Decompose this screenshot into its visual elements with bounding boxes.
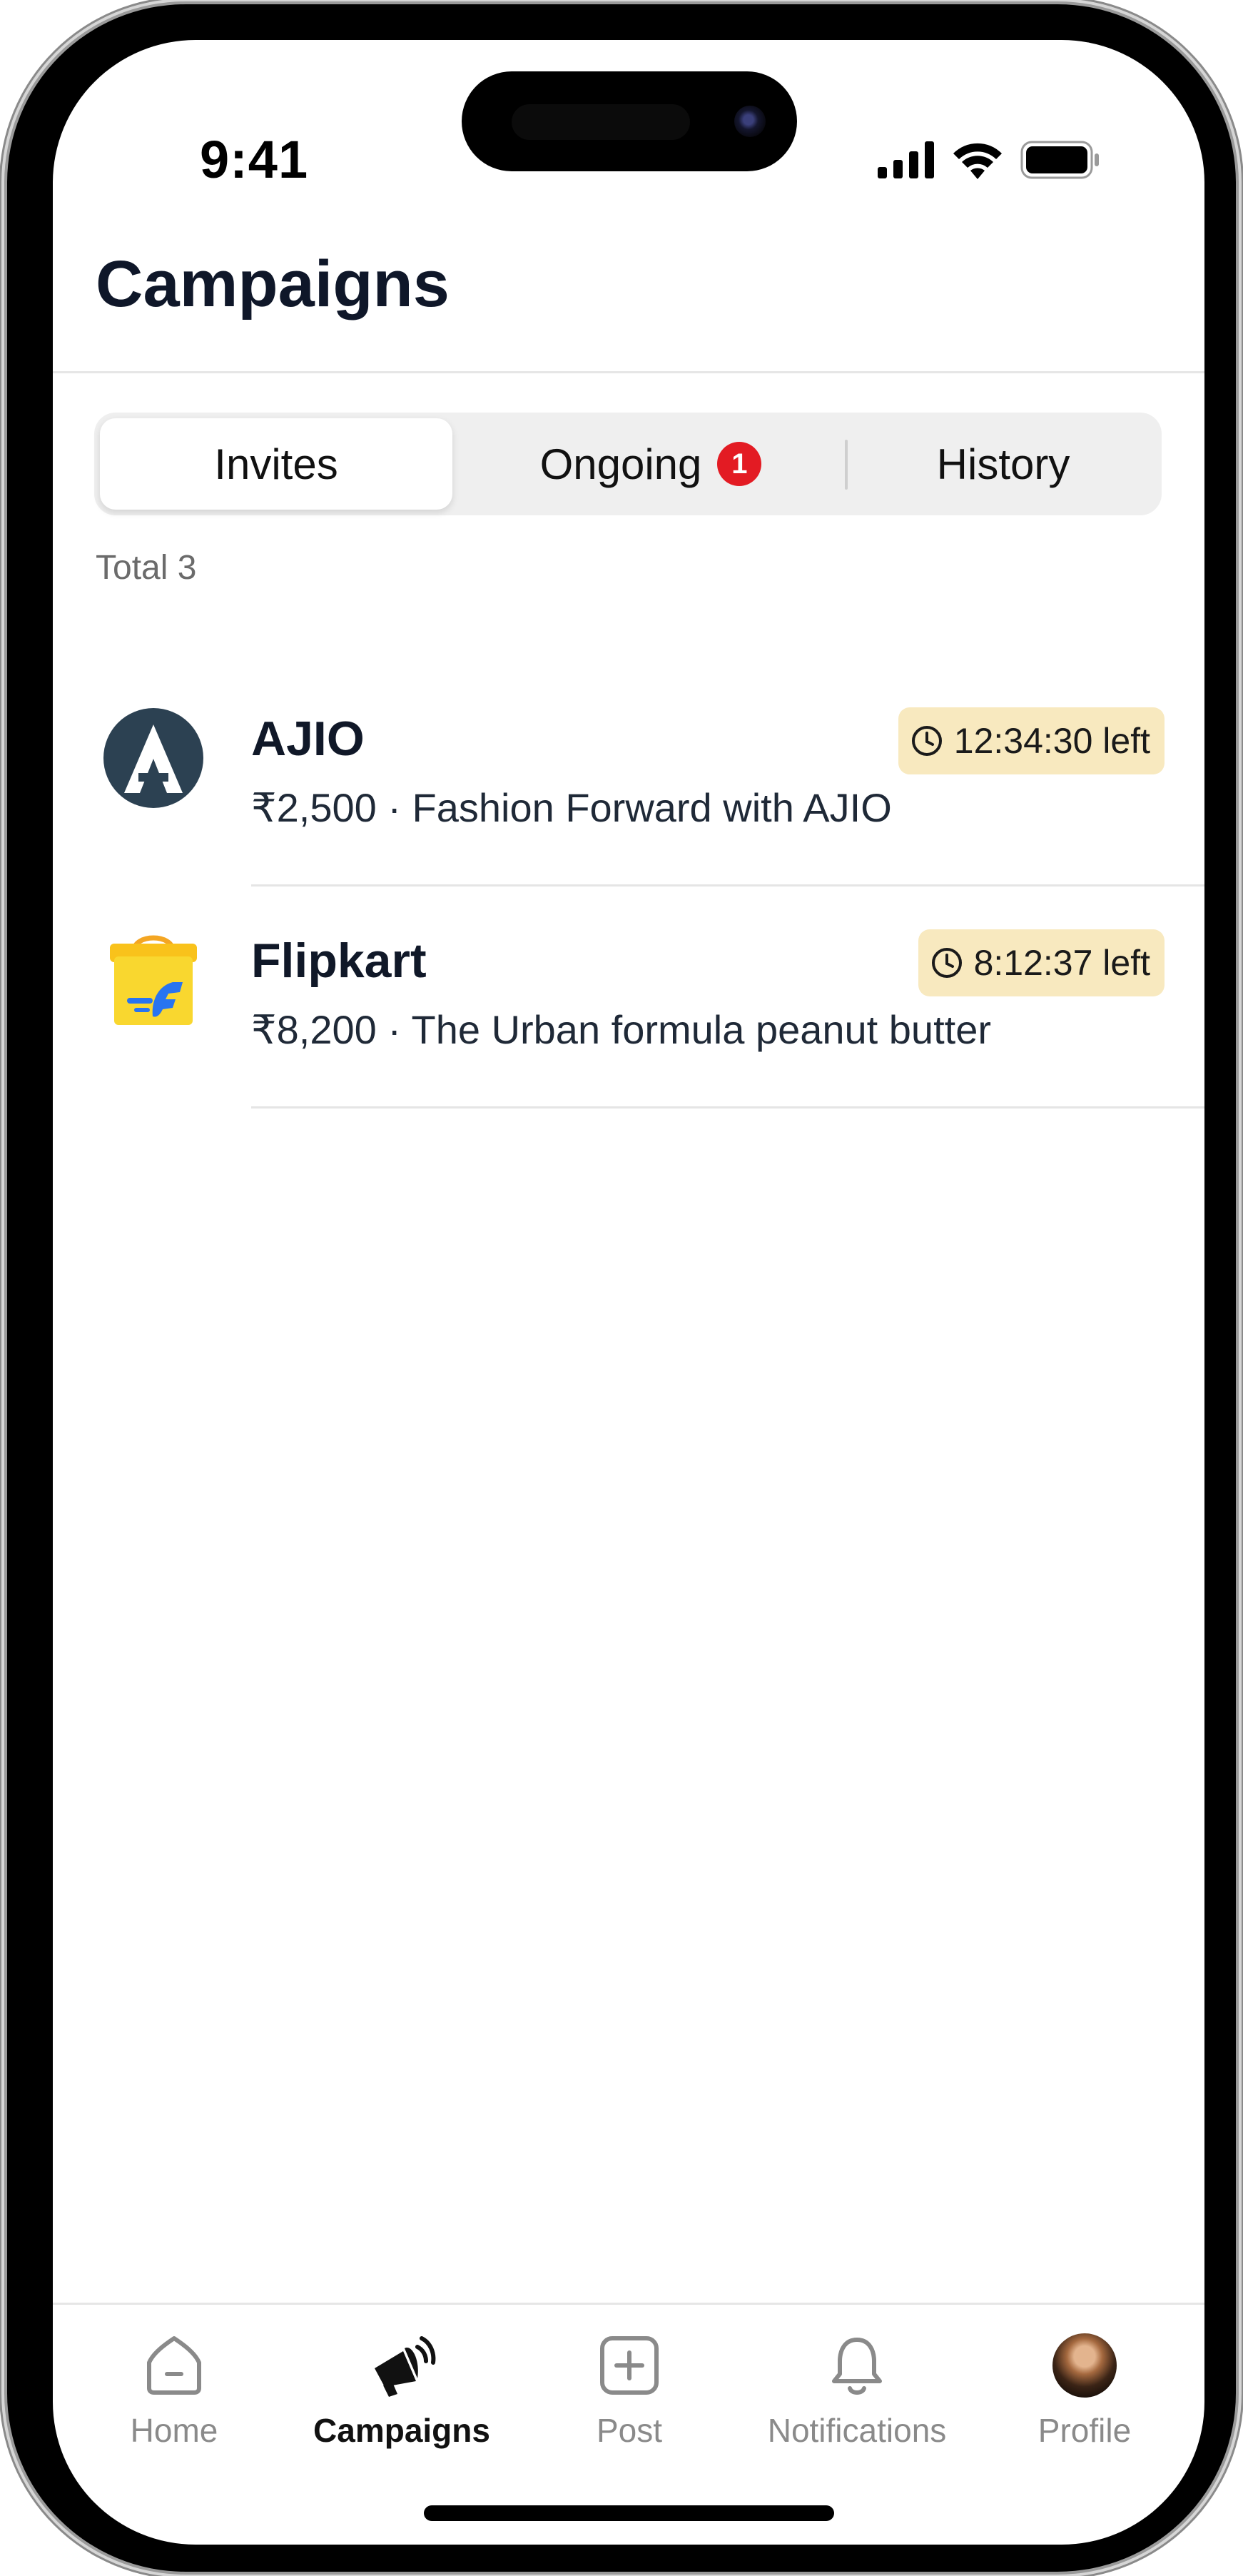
nav-label: Home: [130, 2412, 218, 2449]
wifi-icon: [953, 143, 1002, 179]
phone-frame: 9:41 Campaigns Invites Ongoing 1 History…: [7, 4, 1236, 2572]
brand-name: Flipkart: [251, 934, 427, 988]
time-left-text: 8:12:37 left: [973, 943, 1150, 983]
time-left-text: 12:34:30 left: [953, 721, 1150, 761]
flipkart-logo: [110, 935, 197, 1025]
clock-icon: [931, 948, 962, 978]
nav-post[interactable]: Post: [522, 2331, 736, 2450]
tab-divider: [845, 440, 848, 490]
total-count: Total 3: [96, 549, 197, 587]
time-left-badge: 12:34:30 left: [898, 707, 1165, 774]
camera-icon: [734, 106, 766, 137]
nav-label: Notifications: [767, 2412, 947, 2449]
screen: 9:41 Campaigns Invites Ongoing 1 History…: [53, 40, 1204, 2545]
tab-label: Invites: [214, 440, 338, 488]
list-item[interactable]: AJIO ₹2,500 · Fashion Forward with AJIO …: [53, 665, 1204, 887]
nav-notifications[interactable]: Notifications: [750, 2331, 964, 2450]
battery-icon: [1020, 141, 1099, 179]
plus-square-icon: [595, 2331, 664, 2400]
page-title: Campaigns: [96, 248, 450, 320]
avatar: [1052, 2333, 1117, 2398]
island-sensor: [512, 104, 690, 140]
bottom-nav-divider: [53, 2303, 1204, 2305]
tab-history[interactable]: History: [851, 418, 1156, 510]
campaign-subtitle: ₹8,200 · The Urban formula peanut butter: [251, 1007, 991, 1052]
cellular-signal-icon: [878, 141, 934, 178]
time-left-badge: 8:12:37 left: [918, 929, 1165, 996]
nav-label: Post: [596, 2412, 663, 2449]
nav-profile[interactable]: Profile: [978, 2331, 1192, 2450]
home-icon: [140, 2331, 208, 2400]
count-badge: 1: [717, 442, 762, 486]
tab-bar: Invites Ongoing 1 History: [94, 413, 1162, 515]
header-divider: [53, 371, 1204, 373]
list-item[interactable]: Flipkart ₹8,200 · The Urban formula pean…: [53, 887, 1204, 1108]
bell-icon: [823, 2331, 891, 2400]
status-icons: [878, 138, 1100, 181]
campaign-subtitle: ₹2,500 · Fashion Forward with AJIO: [251, 785, 892, 830]
nav-home[interactable]: Home: [67, 2331, 281, 2450]
nav-label: Profile: [1037, 2412, 1132, 2449]
home-indicator: [424, 2505, 834, 2521]
megaphone-icon: [367, 2331, 436, 2400]
tab-ongoing[interactable]: Ongoing 1: [472, 418, 829, 510]
avatar-wrap: [1050, 2331, 1119, 2400]
tab-invites[interactable]: Invites: [100, 418, 452, 510]
item-divider: [251, 1106, 1204, 1108]
dynamic-island: [462, 71, 797, 171]
tab-label: History: [936, 440, 1070, 488]
clock-icon: [911, 726, 942, 756]
nav-label: Campaigns: [313, 2412, 490, 2449]
tab-label: Ongoing: [539, 440, 702, 488]
brand-name: AJIO: [251, 712, 365, 766]
status-time: 9:41: [200, 130, 309, 189]
ajio-logo: [103, 708, 203, 808]
nav-campaigns[interactable]: Campaigns: [295, 2331, 509, 2450]
